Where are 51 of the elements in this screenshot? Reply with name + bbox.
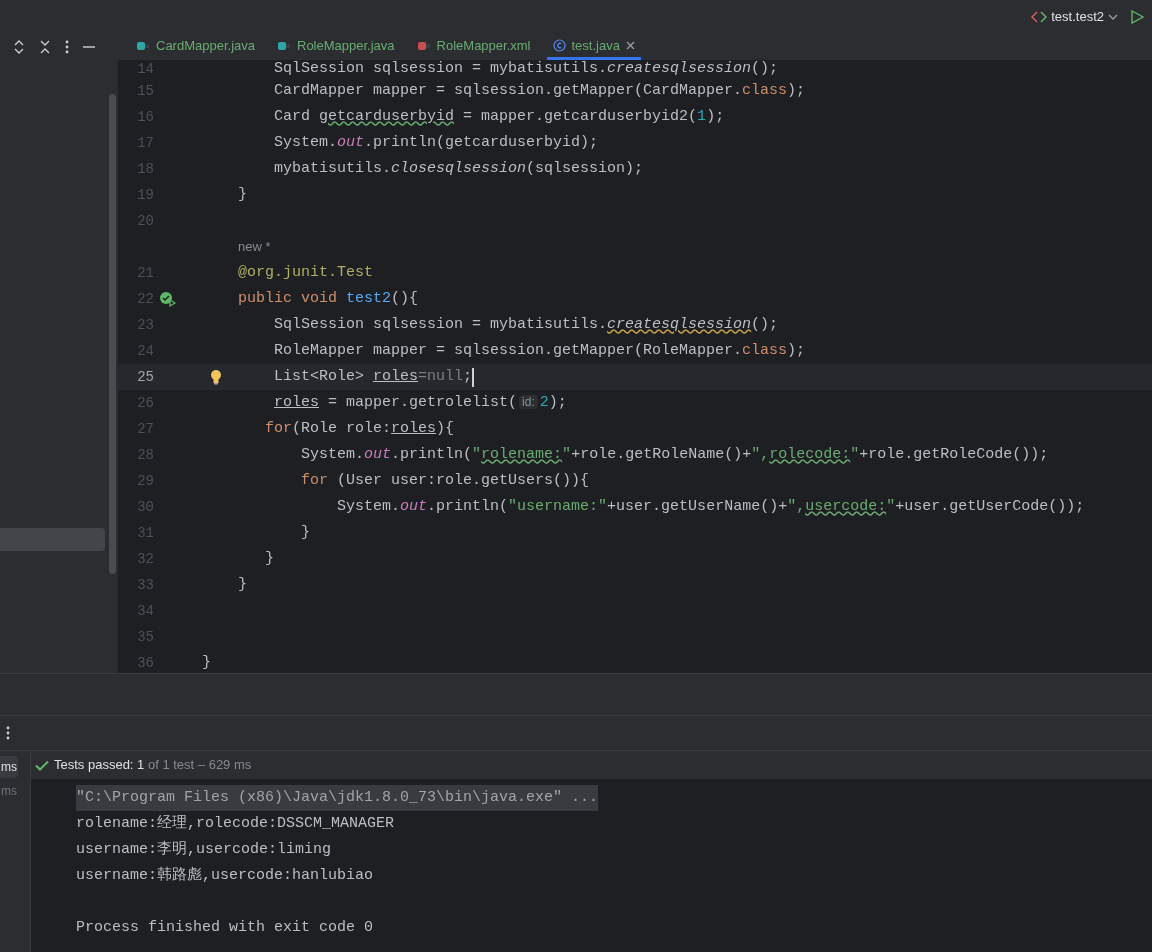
code-line: Card getcarduserbyid = mapper.getcarduserbyid2(1); <box>274 106 725 127</box>
test-duration[interactable]: ms <box>0 756 18 778</box>
code-line: CardMapper mapper = sqlsession.getMapper(CardMapper.class); <box>274 80 806 101</box>
code-line: SqlSession sqlsession = mybatisutils.createsqlsession(); <box>274 60 779 78</box>
file-icon <box>136 39 150 52</box>
chevron-down-icon <box>1108 14 1118 20</box>
code-line: List<Role> roles=null; <box>274 366 473 387</box>
author-hint[interactable]: new * <box>238 237 271 257</box>
editor-tab[interactable]: CardMapper.java <box>130 34 261 60</box>
editor-tab[interactable]: RoleMapper.xml <box>410 34 537 60</box>
scrollbar[interactable] <box>109 94 116 574</box>
more-options-icon[interactable] <box>6 726 10 740</box>
code-line: for(Role role:roles){ <box>265 418 455 439</box>
close-icon[interactable] <box>625 41 635 50</box>
console-line: rolename:经理,rolecode:DSSCM_MANAGER <box>76 813 395 834</box>
text-cursor <box>472 367 475 387</box>
code-line: System.out.println("rolename:"+role.getRoleName()+",rolecode:"+role.getRoleCode()); <box>301 444 1049 465</box>
code-line: System.out.println(getcarduserbyid); <box>274 132 599 153</box>
test-status: Tests passed: 1 of 1 test – 629 ms <box>54 756 252 775</box>
code-line: } <box>238 574 248 595</box>
code-line: roles = mapper.getrolelist( id: 2); <box>274 392 567 413</box>
editor-tab[interactable]: RoleMapper.java <box>271 34 401 60</box>
code-brackets-icon <box>1031 11 1048 23</box>
test-passed-icon[interactable] <box>159 291 177 307</box>
console-line: username:韩路彪,usercode:hanlubiao <box>76 865 374 886</box>
code-line: public void test2(){ <box>238 288 419 309</box>
console-line: Process finished with exit code 0 <box>76 917 374 938</box>
test-duration[interactable]: ms <box>0 780 18 802</box>
code-line: } <box>238 184 248 205</box>
run-icon[interactable] <box>1130 10 1144 24</box>
class-icon <box>552 39 566 52</box>
code-line: @org.junit.Test <box>238 262 374 283</box>
collapse-all-icon[interactable] <box>39 40 51 54</box>
code-line: } <box>265 548 275 569</box>
run-config-label: test.test2 <box>1051 8 1104 27</box>
code-line: mybatisutils.closesqlsession(sqlsession); <box>274 158 644 179</box>
file-icon <box>277 39 291 52</box>
file-icon <box>416 39 431 52</box>
run-config-selector[interactable]: test.test2 <box>1027 4 1122 30</box>
code-line: SqlSession sqlsession = mybatisutils.createsqlsession(); <box>274 314 779 335</box>
code-line: } <box>301 522 311 543</box>
code-line: for (User user:role.getUsers()){ <box>301 470 590 491</box>
console-line: username:李明,usercode:liming <box>76 839 332 860</box>
line-number: 25 <box>136 367 154 387</box>
checkmark-icon <box>35 759 49 771</box>
lightbulb-icon[interactable] <box>210 369 222 385</box>
code-line: RoleMapper mapper = sqlsession.getMapper(RoleMapper.class); <box>274 340 806 361</box>
expand-all-icon[interactable] <box>13 40 25 54</box>
more-options-icon[interactable] <box>65 40 69 54</box>
code-line: System.out.println("username:"+user.getUserName()+",usercode:"+user.getUserCode()); <box>337 496 1085 517</box>
code-line: } <box>202 652 211 673</box>
